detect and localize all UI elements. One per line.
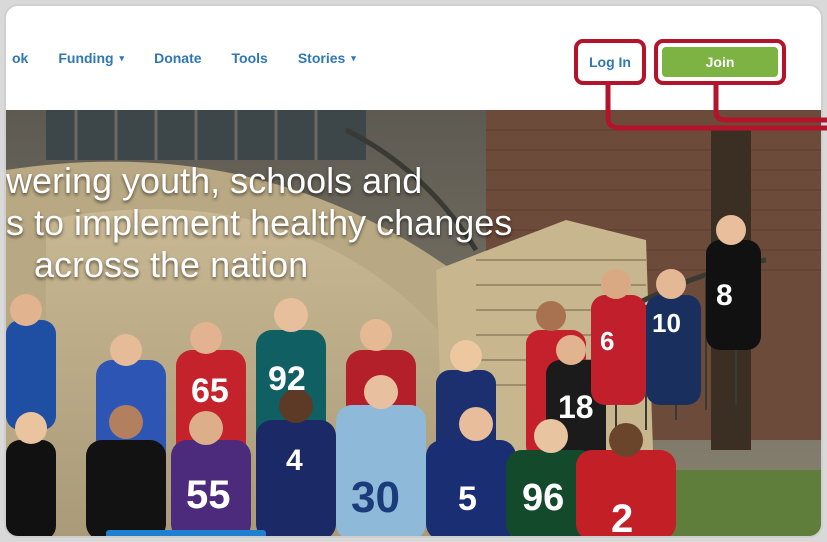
jersey-number: 6: [600, 326, 614, 356]
chevron-down-icon: ▾: [119, 52, 125, 63]
site-header: ok Funding ▾ Donate Tools Stories ▾ Log …: [6, 6, 821, 110]
hero-headline-line: wering youth, schools and: [6, 160, 423, 201]
nav-item-stories[interactable]: Stories ▾: [298, 50, 356, 66]
chevron-down-icon: ▾: [351, 52, 356, 63]
hero-headline-line: s to implement healthy changes: [6, 202, 513, 243]
hero-cta-edge: [106, 530, 266, 536]
nav-item-label: ok: [12, 50, 29, 66]
jersey-number: 4: [286, 444, 303, 477]
hero-banner: 65 92 30 4 55 96 2 5 8 6 10 18 wering yo…: [6, 110, 821, 538]
jersey-number: 92: [268, 360, 306, 398]
login-highlight-box: Log In: [574, 39, 646, 85]
nav-item-partial-ok[interactable]: ok: [12, 50, 28, 66]
nav-item-label: Stories: [297, 50, 346, 66]
hero-headline-line: across the nation: [34, 244, 309, 285]
jersey-number: 65: [191, 372, 229, 410]
jersey-number: 96: [522, 477, 564, 519]
join-button[interactable]: Join: [662, 47, 778, 77]
screenshot-frame: ok Funding ▾ Donate Tools Stories ▾ Log …: [4, 4, 823, 538]
jersey-number: 18: [558, 389, 594, 425]
jersey-number: 10: [652, 308, 681, 338]
nav-item-label: Tools: [231, 50, 268, 66]
jersey-number: 30: [351, 473, 400, 522]
jersey-number: 8: [716, 279, 733, 312]
main-nav: ok Funding ▾ Donate Tools Stories ▾: [6, 50, 356, 66]
nav-item-label: Donate: [154, 50, 202, 66]
jersey-number: 55: [186, 473, 231, 517]
nav-item-label: Funding: [58, 50, 114, 66]
jersey-number: 5: [458, 480, 477, 518]
nav-item-donate[interactable]: Donate: [154, 50, 201, 66]
join-highlight-box: Join: [654, 39, 786, 85]
nav-item-tools[interactable]: Tools: [232, 50, 268, 66]
login-link[interactable]: Log In: [589, 54, 631, 70]
jersey-number: 2: [611, 497, 633, 538]
hero-headline: wering youth, schools and s to implement…: [6, 160, 512, 286]
nav-item-funding[interactable]: Funding ▾: [58, 50, 124, 66]
